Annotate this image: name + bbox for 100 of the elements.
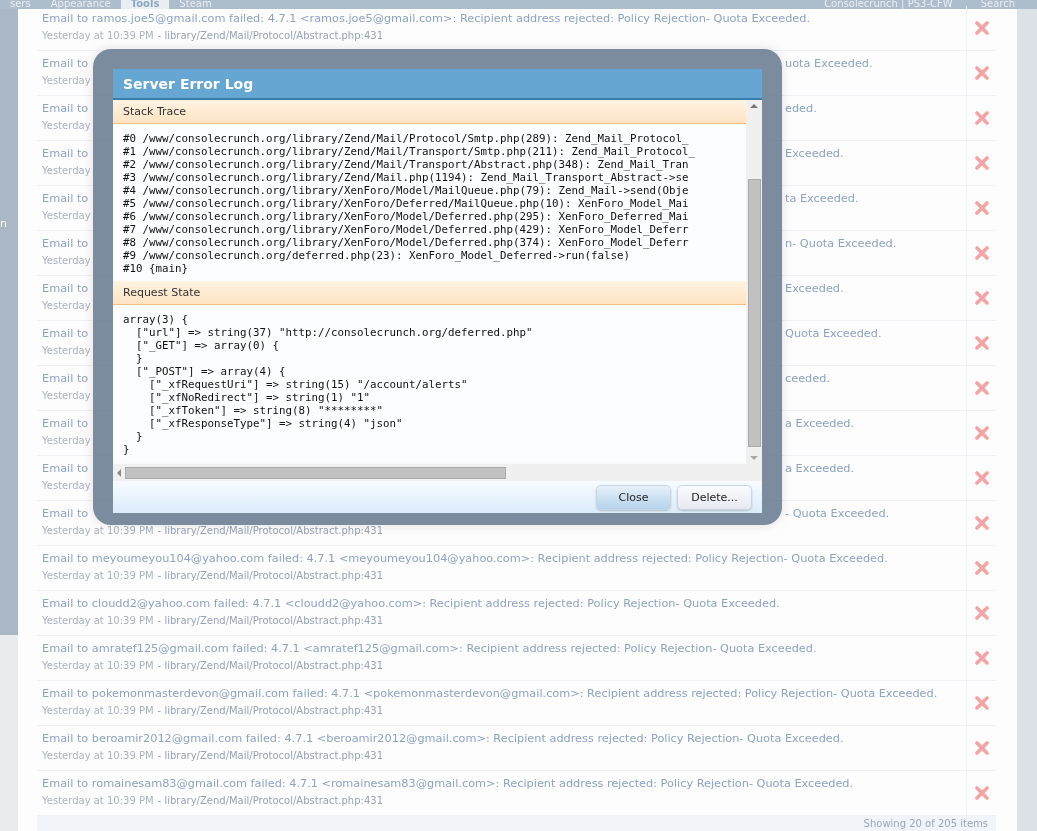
timestamp: Yesterday at 10:39 PM — [42, 524, 154, 537]
timestamp: Yesterday — [42, 344, 91, 357]
delete-icon[interactable] — [974, 606, 989, 620]
log-message: Email to — [42, 191, 89, 207]
source-path: - library/Zend/Mail/Protocol/Abstract.php:431 — [157, 29, 383, 42]
code-line: } — [135, 430, 144, 443]
timestamp: Yesterday at 10:39 PM — [42, 29, 154, 42]
delete-icon[interactable] — [974, 696, 989, 710]
delete-icon[interactable] — [974, 246, 989, 260]
log-message: a Exceeded. — [785, 416, 855, 432]
log-message: Email to — [42, 236, 89, 252]
delete-icon[interactable] — [974, 21, 989, 35]
timestamp: Yesterday at 10:39 PM — [42, 659, 154, 672]
timestamp: Yesterday at 10:39 PM — [42, 749, 154, 762]
delete-icon[interactable] — [974, 291, 989, 305]
delete-icon[interactable] — [974, 66, 989, 80]
timestamp: Yesterday — [42, 389, 91, 402]
log-message: Email to — [42, 56, 89, 72]
log-message: Email to — [42, 101, 89, 117]
nav-tab[interactable]: Tools — [120, 0, 170, 9]
code-line: } — [123, 443, 131, 456]
code-line: #10 {main} — [123, 262, 189, 275]
up-arrow-icon[interactable] — [750, 103, 758, 109]
delete-icon[interactable] — [974, 786, 989, 800]
delete-icon[interactable] — [974, 156, 989, 170]
source-path: - library/Zend/Mail/Protocol/Abstract.php:431 — [157, 749, 383, 762]
log-message: Email to pokemonmasterdevon@gmail.com failed: 4.7.1 <pokemonmasterdevon@gmail.com>: Recipient address rejected: Policy Rejection- Quota Exceeded. — [42, 686, 938, 702]
dialog-button[interactable]: Close — [596, 484, 671, 510]
log-message: Email to ramos.joe5@gmail.com failed: 4.7.1 <ramos.joe5@gmail.com>: Recipient address rejected: Policy Rejection- Quota Exceeded. — [42, 11, 811, 27]
code-line: array(3) { — [123, 313, 189, 326]
log-message: ceeded. — [785, 371, 830, 387]
timestamp: Yesterday — [42, 74, 91, 87]
code-line: ["_xfResponseType"] => string(4) "json" — [148, 417, 404, 430]
nav-tab[interactable]: sers — [0, 0, 41, 9]
delete-icon[interactable] — [974, 336, 989, 350]
delete-icon[interactable] — [974, 426, 989, 440]
log-message: eded. — [785, 101, 817, 117]
code-line: ["_xfNoRedirect"] => string(1) "1" — [148, 391, 371, 404]
code-line: ["url"] => string(37) "http://consolecrunch.org/deferred.php" — [135, 326, 534, 339]
log-message: Email to romainesam83@gmail.com failed: 4.7.1 <romainesam83@gmail.com>: Recipient address rejected: Policy Rejection- Quota Exceeded. — [42, 776, 854, 792]
section-heading: Stack Trace — [113, 100, 746, 124]
log-message: Quota Exceeded. — [785, 326, 882, 342]
code-line: #5 /www/consolecrunch.org/library/XenForo/Deferred/MailQueue.php(10): XenForo_Model_Mai — [123, 197, 690, 210]
code-line: #1 /www/consolecrunch.org/library/Zend/Mail/Transport/Smtp.php(211): Zend_Mail_Protocol_ — [123, 145, 697, 158]
log-message: a Exceeded. — [785, 461, 855, 477]
log-message: Email to beroamir2012@gmail.com failed: 4.7.1 <beroamir2012@gmail.com>: Recipient address rejected: Policy Rejection- Quota Exceeded. — [42, 731, 844, 747]
nav-tab[interactable]: Steam — [169, 0, 222, 9]
delete-icon[interactable] — [974, 741, 989, 755]
source-path: - library/Zend/Mail/Protocol/Abstract.php:431 — [157, 659, 383, 672]
timestamp: Yesterday — [42, 299, 91, 312]
delete-icon[interactable] — [974, 561, 989, 575]
log-message: Exceeded. — [785, 281, 844, 297]
dialog-button[interactable]: Delete... — [677, 484, 752, 510]
log-message: Email to — [42, 461, 89, 477]
source-path: - library/Zend/Mail/Protocol/Abstract.php:431 — [157, 704, 383, 717]
delete-icon[interactable] — [974, 516, 989, 530]
delete-icon[interactable] — [974, 201, 989, 215]
log-message: Email to — [42, 506, 89, 522]
nav-link[interactable]: Search — [980, 0, 1015, 9]
dialog-title: Server Error Log — [113, 69, 762, 100]
section-heading: Request State — [113, 281, 746, 305]
code-line: ["_xfToken"] => string(8) "********" — [148, 404, 384, 417]
code-line: } — [135, 352, 144, 365]
source-path: - library/Zend/Mail/Protocol/Abstract.php:431 — [157, 794, 383, 807]
code-line: #8 /www/consolecrunch.org/library/XenForo/Model/Deferred.php(374): XenForo_Model_Deferr — [123, 236, 690, 249]
log-message: Exceeded. — [785, 146, 844, 162]
code-line: #2 /www/consolecrunch.org/library/Zend/Mail/Transport/Abstract.php(348): Zend_Mail_Tran — [123, 158, 690, 171]
log-message: Email to meyoumeyou104@yahoo.com failed: 4.7.1 <meyoumeyou104@yahoo.com>: Recipient address rejected: Policy Rejection- Quota Exceeded. — [42, 551, 888, 567]
down-arrow-icon[interactable] — [750, 455, 758, 461]
left-arrow-icon[interactable] — [116, 468, 122, 477]
timestamp: Yesterday at 10:39 PM — [42, 794, 154, 807]
log-message: n- Quota Exceeded. — [785, 236, 897, 252]
delete-icon[interactable] — [974, 381, 989, 395]
timestamp: Yesterday — [42, 164, 91, 177]
log-message: Email to — [42, 281, 89, 297]
timestamp: Yesterday at 10:39 PM — [42, 704, 154, 717]
code-line: ["_GET"] => array(0) { — [135, 339, 280, 352]
log-message: - Quota Exceeded. — [785, 506, 890, 522]
code-line: #3 /www/consolecrunch.org/library/Zend/Mail.php(1194): Zend_Mail_Transport_Abstract->se — [123, 171, 690, 184]
delete-icon[interactable] — [974, 111, 989, 125]
horizontal-scrollbar[interactable] — [113, 464, 746, 481]
timestamp: Yesterday at 10:39 PM — [42, 614, 154, 627]
log-message: Email to amratef125@gmail.com failed: 4.7.1 <amratef125@gmail.com>: Recipient address rejected: Policy Rejection- Quota Exceeded. — [42, 641, 817, 657]
code-line: ["_xfRequestUri"] => string(15) "/account/alerts" — [148, 378, 469, 391]
timestamp: Yesterday — [42, 209, 91, 222]
nav-tab[interactable]: Appearance — [40, 0, 121, 9]
log-message: Email to — [42, 326, 89, 342]
code-line: ["_POST"] => array(4) { — [135, 365, 287, 378]
code-line: #9 /www/consolecrunch.org/deferred.php(23): XenForo_Model_Deferred->run(false) — [123, 249, 632, 262]
code-line: #7 /www/consolecrunch.org/library/XenForo/Model/Deferred.php(429): XenForo_Model_Deferr — [123, 223, 690, 236]
timestamp: Yesterday — [42, 119, 91, 132]
log-message: uota Exceeded. — [785, 56, 873, 72]
source-path: - library/Zend/Mail/Protocol/Abstract.php:431 — [157, 569, 383, 582]
delete-icon[interactable] — [974, 651, 989, 665]
vertical-scrollbar[interactable] — [746, 100, 762, 481]
nav-link[interactable]: Consolecrunch | PS3-CFW — [824, 0, 953, 9]
delete-icon[interactable] — [974, 471, 989, 485]
log-message: ta Exceeded. — [785, 191, 859, 207]
code-line: #4 /www/consolecrunch.org/library/XenForo/Model/MailQueue.php(79): Zend_Mail->send(Obje — [123, 184, 690, 197]
log-message: Email to — [42, 416, 89, 432]
